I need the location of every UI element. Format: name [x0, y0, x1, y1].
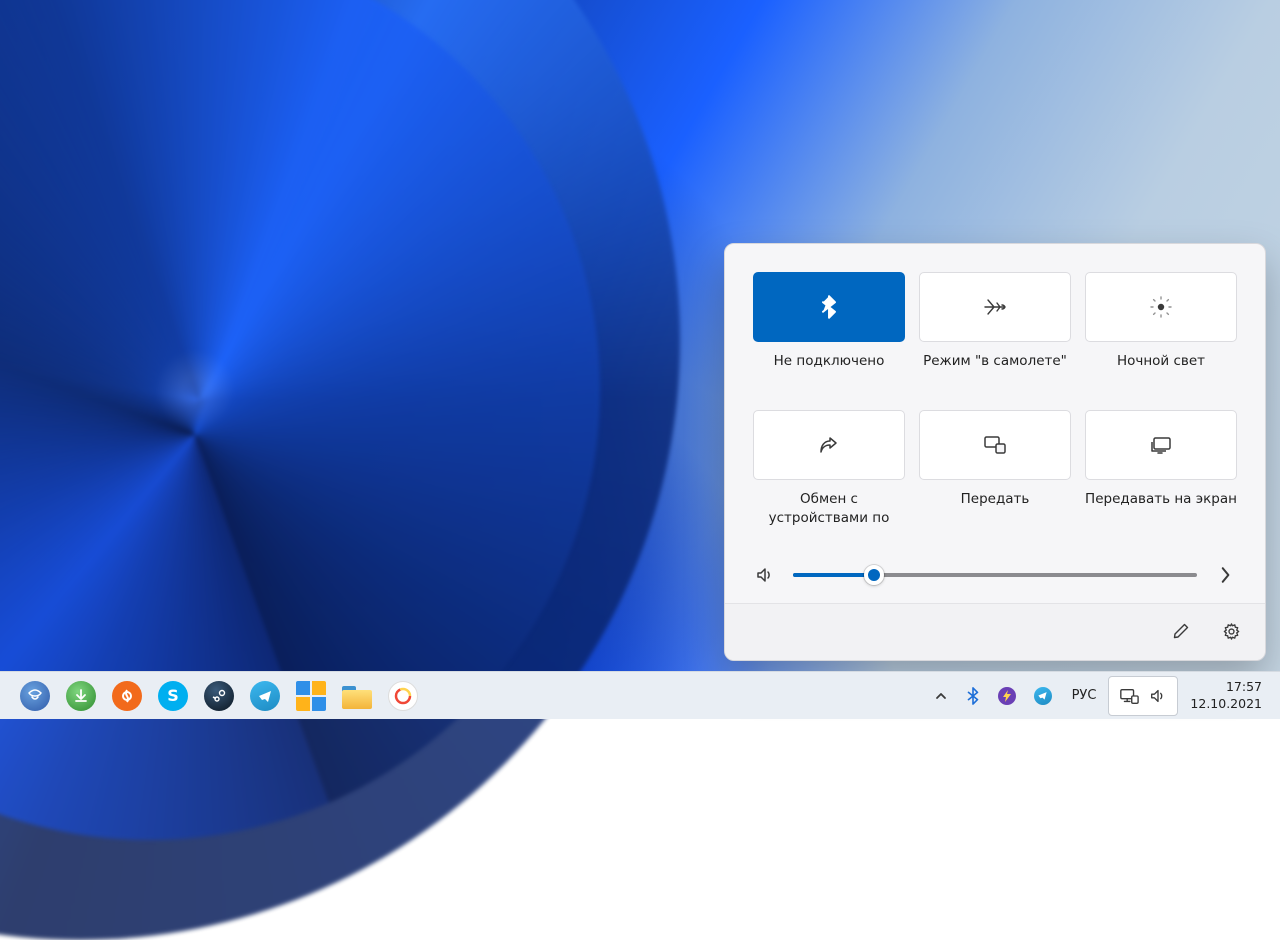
quick-settings-tiles: Не подключено Режим "в самолете" Ночной …	[753, 272, 1237, 529]
cast-toggle[interactable]	[919, 410, 1071, 480]
taskbar-system-tray: РУС 17:57 12.10.2021	[926, 676, 1280, 716]
network-volume-tray[interactable]	[1108, 676, 1178, 716]
tray-overflow-button[interactable]	[926, 676, 956, 716]
thunderbird-icon	[20, 681, 50, 711]
tile-airplane-mode: Режим "в самолете"	[919, 272, 1071, 372]
tile-night-light: Ночной свет	[1085, 272, 1237, 372]
taskbar-app-skype[interactable]: S	[152, 675, 194, 717]
project-toggle[interactable]	[1085, 410, 1237, 480]
edit-quick-settings-button[interactable]	[1161, 612, 1201, 650]
volume-icon-button[interactable]	[753, 565, 777, 585]
quick-settings-flyout: Не подключено Режим "в самолете" Ночной …	[724, 243, 1266, 661]
clock-tray[interactable]: 17:57 12.10.2021	[1180, 676, 1272, 716]
download-manager-icon	[66, 681, 96, 711]
taskbar-app-origin[interactable]	[106, 675, 148, 717]
window-tool-icon	[296, 681, 326, 711]
tile-label: Режим "в самолете"	[923, 352, 1067, 372]
skype-icon: S	[158, 681, 188, 711]
tile-nearby-sharing: Обмен с устройствами по	[753, 410, 905, 529]
airplane-mode-toggle[interactable]	[919, 272, 1071, 342]
tile-cast: Передать	[919, 410, 1071, 529]
taskbar: S	[0, 671, 1280, 719]
telegram-icon	[1034, 687, 1052, 705]
night-light-toggle[interactable]	[1085, 272, 1237, 342]
taskbar-app-telegram[interactable]	[244, 675, 286, 717]
tile-label: Передавать на экран	[1085, 490, 1237, 510]
volume-row	[753, 565, 1237, 585]
taskbar-app-steam[interactable]	[198, 675, 240, 717]
tile-bluetooth: Не подключено	[753, 272, 905, 372]
chevron-right-icon	[1218, 566, 1232, 584]
tile-label: Передать	[961, 490, 1030, 510]
steam-icon	[204, 681, 234, 711]
taskbar-pinned-apps: S	[14, 675, 424, 717]
bolt-icon	[998, 687, 1016, 705]
slider-thumb[interactable]	[864, 565, 884, 585]
volume-slider[interactable]	[793, 567, 1197, 583]
slider-fill	[793, 573, 874, 577]
settings-button[interactable]	[1211, 612, 1251, 650]
taskbar-app-file-explorer[interactable]	[336, 675, 378, 717]
tile-label: Не подключено	[774, 352, 885, 372]
taskbar-app-yandex-music[interactable]	[382, 675, 424, 717]
bluetooth-icon	[966, 687, 980, 705]
tray-telegram[interactable]	[1026, 676, 1060, 716]
pencil-icon	[1172, 622, 1190, 640]
yandex-music-icon	[388, 681, 418, 711]
share-icon	[818, 435, 840, 455]
language-indicator[interactable]: РУС	[1062, 676, 1107, 716]
airplane-icon	[983, 297, 1007, 317]
clock-time: 17:57	[1190, 679, 1262, 696]
tile-label: Ночной свет	[1117, 352, 1205, 372]
tile-label: Обмен с устройствами по	[753, 490, 905, 529]
bluetooth-icon	[820, 295, 838, 319]
telegram-icon	[250, 681, 280, 711]
file-explorer-icon	[342, 683, 372, 709]
tray-bluetooth[interactable]	[958, 676, 988, 716]
night-light-icon	[1150, 296, 1172, 318]
tray-bolt[interactable]	[990, 676, 1024, 716]
tile-project: Передавать на экран	[1085, 410, 1237, 529]
taskbar-app-window-tool[interactable]	[290, 675, 332, 717]
language-label: РУС	[1072, 688, 1097, 703]
chevron-up-icon	[934, 689, 948, 703]
clock-date: 12.10.2021	[1190, 696, 1262, 713]
bluetooth-toggle[interactable]	[753, 272, 905, 342]
cast-icon	[983, 435, 1007, 455]
quick-settings-footer	[725, 603, 1265, 660]
project-icon	[1149, 435, 1173, 455]
origin-icon	[112, 681, 142, 711]
taskbar-app-thunderbird[interactable]	[14, 675, 56, 717]
ethernet-icon	[1119, 687, 1139, 705]
speaker-icon	[755, 565, 775, 585]
taskbar-app-download-manager[interactable]	[60, 675, 102, 717]
nearby-sharing-toggle[interactable]	[753, 410, 905, 480]
speaker-icon	[1149, 687, 1167, 705]
volume-mixer-expand[interactable]	[1213, 566, 1237, 584]
gear-icon	[1222, 622, 1241, 641]
